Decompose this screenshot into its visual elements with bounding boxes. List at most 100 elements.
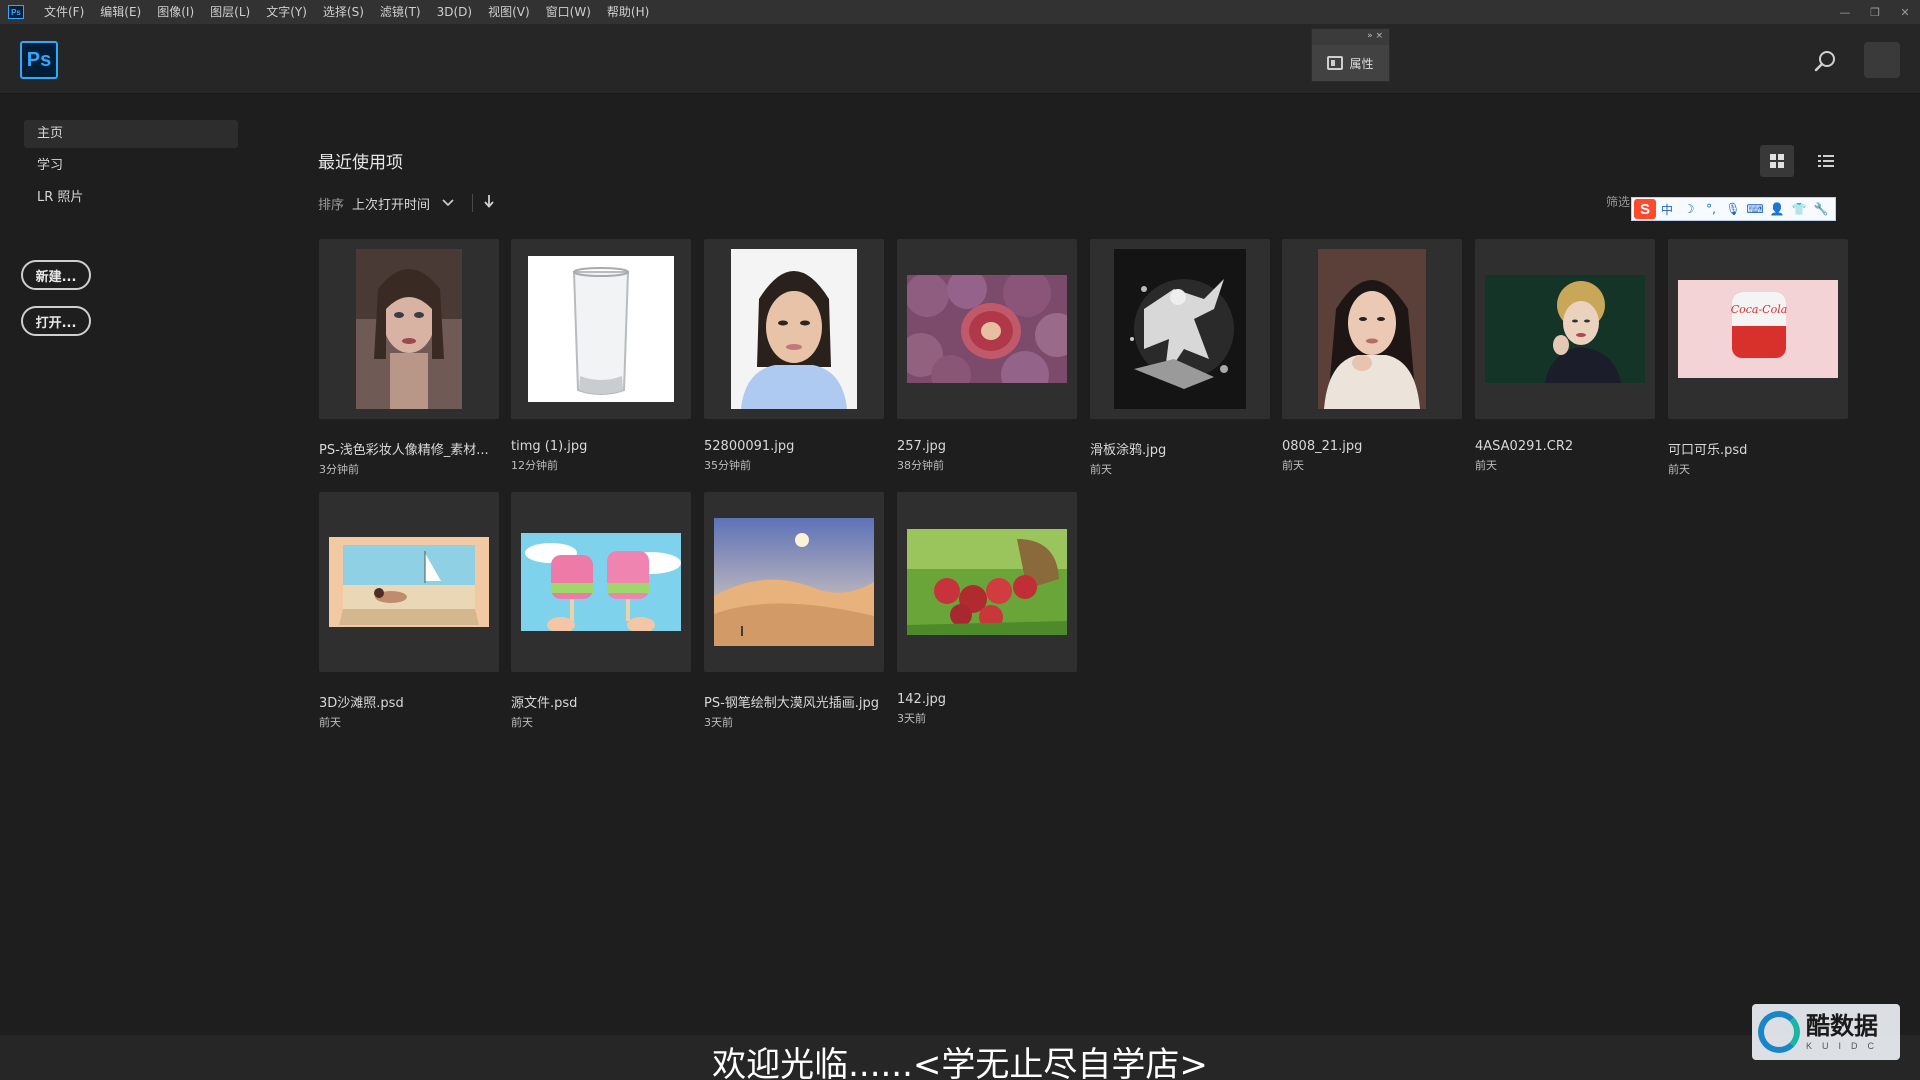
divider — [472, 194, 474, 212]
sidebar-item-learn[interactable]: 学习 — [24, 152, 238, 180]
recent-file-card[interactable]: 142.jpg 3天前 — [897, 492, 1077, 726]
ime-logo-icon[interactable]: S — [1634, 199, 1656, 219]
file-thumbnail[interactable]: Coca-Cola — [1668, 239, 1848, 419]
file-age: 前天 — [1668, 463, 1690, 476]
file-thumbnail[interactable] — [1090, 239, 1270, 419]
menu-3d[interactable]: 3D(D) — [429, 0, 480, 24]
file-age: 12分钟前 — [511, 459, 558, 472]
properties-icon — [1327, 56, 1344, 70]
file-age: 前天 — [511, 716, 533, 729]
menu-view[interactable]: 视图(V) — [480, 0, 538, 24]
file-thumbnail[interactable] — [511, 492, 691, 672]
properties-label: 属性 — [1349, 56, 1374, 71]
watermark-text: 酷数据 — [1806, 1012, 1878, 1040]
file-thumbnail[interactable] — [897, 492, 1077, 672]
ime-chinese-icon[interactable]: 中 — [1656, 201, 1678, 218]
panel-controls[interactable]: » × — [1312, 29, 1389, 43]
filter-label[interactable]: 筛选 — [1606, 193, 1630, 210]
page-title: 最近使用项 — [318, 153, 403, 173]
recent-file-card[interactable]: 源文件.psd 前天 — [511, 492, 691, 730]
menu-filter[interactable]: 滤镜(T) — [372, 0, 429, 24]
grid-view-icon[interactable] — [1760, 145, 1794, 177]
close-icon[interactable]: ✕ — [1890, 0, 1920, 24]
sidebar-item-lr-photos[interactable]: LR 照片 — [24, 184, 238, 212]
ime-moon-icon[interactable]: ☽ — [1678, 202, 1700, 216]
recent-file-card[interactable]: 257.jpg 38分钟前 — [897, 239, 1077, 473]
window-controls: — ❐ ✕ — [1830, 0, 1920, 24]
file-thumbnail[interactable] — [1282, 239, 1462, 419]
file-age: 前天 — [1475, 459, 1497, 472]
file-name: 257.jpg — [897, 439, 947, 454]
recent-file-card[interactable]: PS-浅色彩妆人像精修_素材... 3分钟前 — [319, 239, 499, 477]
file-thumbnail[interactable] — [704, 492, 884, 672]
open-button[interactable]: 打开... — [21, 306, 91, 336]
sort-label: 排序 — [318, 197, 345, 213]
menu-window[interactable]: 窗口(W) — [538, 0, 599, 24]
sort-dropdown[interactable]: 上次打开时间 — [352, 194, 430, 213]
recent-file-card[interactable]: PS-钢笔绘制大漠风光插画.jpg 3天前 — [704, 492, 884, 730]
file-age: 3天前 — [897, 712, 926, 725]
minimize-icon[interactable]: — — [1830, 0, 1860, 24]
sort-direction-arrow-icon[interactable] — [483, 194, 495, 212]
recent-file-card[interactable]: 0808_21.jpg 前天 — [1282, 239, 1462, 473]
properties-panel: » × 属性 — [1311, 28, 1390, 82]
menu-edit[interactable]: 编辑(E) — [92, 0, 149, 24]
file-name: 4ASA0291.CR2 — [1475, 439, 1574, 454]
ime-punct-icon[interactable]: °, — [1700, 202, 1722, 216]
file-name: 滑板涂鸦.jpg — [1090, 443, 1167, 458]
menu-select[interactable]: 选择(S) — [315, 0, 372, 24]
file-name: 源文件.psd — [511, 696, 578, 711]
ime-toolbar: S 中 ☽ °, 🎙 ⌨ 👤 👕 🔧 — [1631, 197, 1836, 221]
ime-tool-icon[interactable]: 🔧 — [1810, 202, 1832, 216]
recent-file-card[interactable]: Coca-Cola 可口可乐.psd 前天 — [1668, 239, 1848, 477]
avatar[interactable] — [1864, 42, 1900, 78]
search-icon[interactable] — [1812, 49, 1838, 75]
ime-mic-icon[interactable]: 🎙 — [1722, 202, 1744, 216]
new-button[interactable]: 新建... — [21, 260, 91, 290]
file-thumbnail[interactable] — [319, 492, 499, 672]
file-name: 可口可乐.psd — [1668, 443, 1748, 458]
recent-file-card[interactable]: timg (1).jpg 12分钟前 — [511, 239, 691, 473]
recent-file-card[interactable]: 52800091.jpg 35分钟前 — [704, 239, 884, 473]
file-thumbnail[interactable] — [704, 239, 884, 419]
menu-layer[interactable]: 图层(L) — [202, 0, 258, 24]
file-age: 3分钟前 — [319, 463, 359, 476]
ime-user-icon[interactable]: 👤 — [1766, 202, 1788, 216]
menu-type[interactable]: 文字(Y) — [258, 0, 315, 24]
file-name: 142.jpg — [897, 692, 947, 707]
file-age: 38分钟前 — [897, 459, 944, 472]
sidebar-item-home[interactable]: 主页 — [24, 120, 238, 148]
recent-file-card[interactable]: 滑板涂鸦.jpg 前天 — [1090, 239, 1270, 477]
list-view-icon[interactable] — [1809, 145, 1843, 177]
file-age: 前天 — [1282, 459, 1304, 472]
recent-file-card[interactable]: 3D沙滩照.psd 前天 — [319, 492, 499, 730]
video-caption: 欢迎光临......<学无止尽自学店> — [712, 1045, 1208, 1080]
menu-bar: Ps 文件(F) 编辑(E) 图像(I) 图层(L) 文字(Y) 选择(S) 滤… — [0, 0, 1920, 24]
chevron-down-icon[interactable] — [442, 196, 454, 211]
watermark-circle-icon — [1758, 1011, 1800, 1053]
photoshop-logo[interactable]: Ps — [20, 41, 58, 79]
watermark-subtext: KUIDC — [1806, 1041, 1885, 1051]
file-name: 0808_21.jpg — [1282, 439, 1363, 454]
file-age: 前天 — [1090, 463, 1112, 476]
file-age: 前天 — [319, 716, 341, 729]
menu-help[interactable]: 帮助(H) — [599, 0, 657, 24]
file-name: timg (1).jpg — [511, 439, 588, 454]
ime-skin-icon[interactable]: 👕 — [1788, 202, 1810, 216]
restore-icon[interactable]: ❐ — [1860, 0, 1890, 24]
file-name: PS-浅色彩妆人像精修_素材... — [319, 443, 489, 458]
menu-image[interactable]: 图像(I) — [149, 0, 202, 24]
svg-text:Coca-Cola: Coca-Cola — [1731, 303, 1788, 316]
ime-keyboard-icon[interactable]: ⌨ — [1744, 202, 1766, 216]
properties-tab[interactable]: 属性 — [1312, 45, 1389, 81]
recent-file-card[interactable]: 4ASA0291.CR2 前天 — [1475, 239, 1655, 473]
file-thumbnail[interactable] — [897, 239, 1077, 419]
file-age: 3天前 — [704, 716, 733, 729]
file-thumbnail[interactable] — [1475, 239, 1655, 419]
sidebar: 主页 学习 LR 照片 — [24, 120, 238, 216]
file-name: 52800091.jpg — [704, 439, 795, 454]
file-thumbnail[interactable] — [511, 239, 691, 419]
file-name: 3D沙滩照.psd — [319, 696, 404, 711]
file-thumbnail[interactable] — [319, 239, 499, 419]
menu-file[interactable]: 文件(F) — [36, 0, 92, 24]
